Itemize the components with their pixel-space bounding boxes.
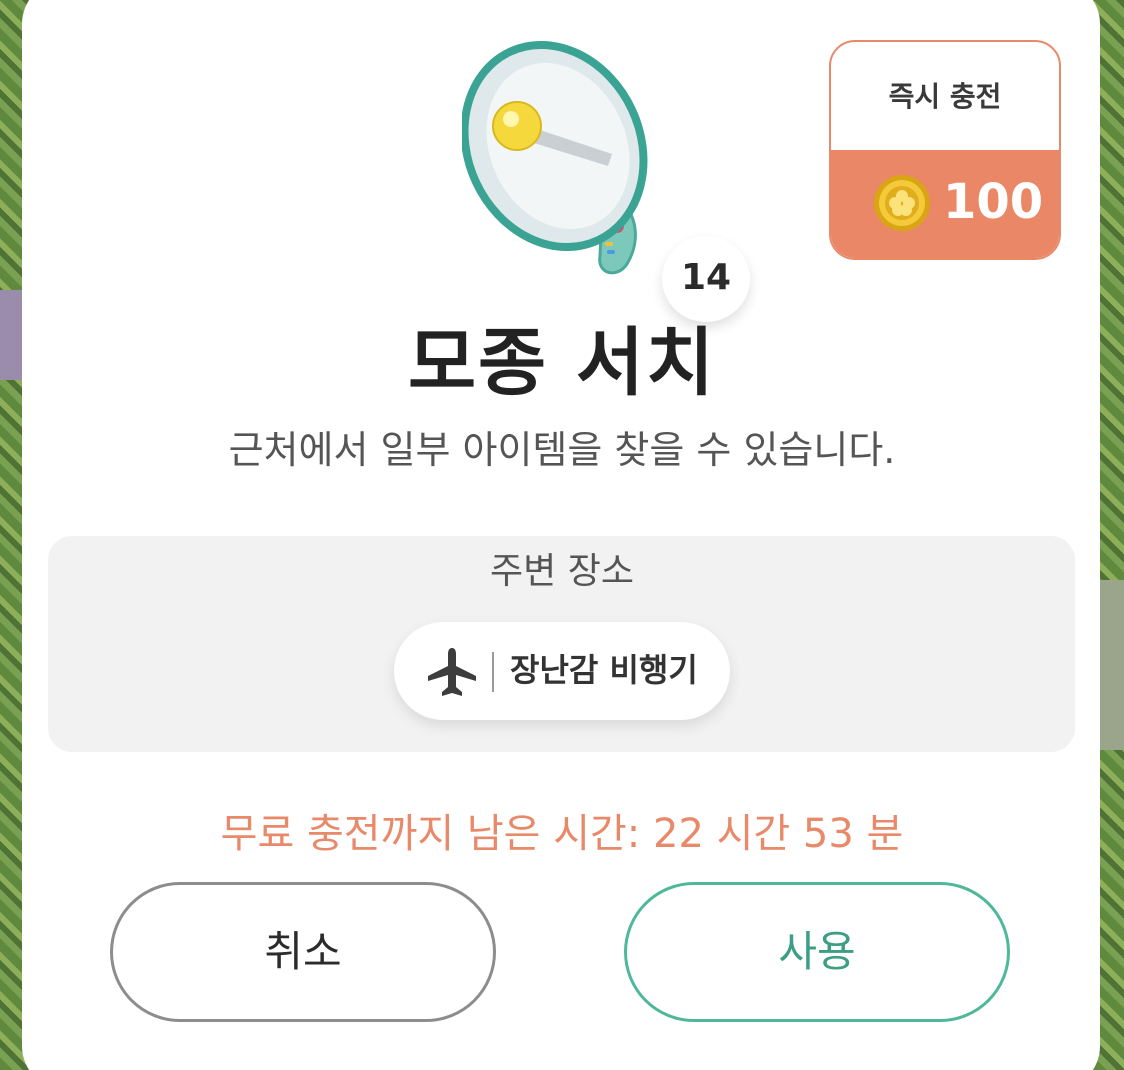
chip-divider [492, 652, 494, 692]
coin-icon [874, 175, 930, 231]
megaphone-icon [462, 40, 648, 275]
free-charge-timer: 무료 충전까지 남은 시간: 22 시간 53 분 [220, 811, 904, 857]
nearby-place-chip[interactable]: 장난감 비행기 [394, 622, 730, 720]
instant-charge-price: 100 [831, 150, 1059, 258]
dialog-title: 모종 서치 [407, 320, 717, 406]
use-button[interactable]: 사용 [624, 882, 1010, 1022]
instant-charge-label: 즉시 충전 [888, 80, 1002, 113]
instant-charge-button[interactable]: 즉시 충전 100 [829, 40, 1061, 260]
cancel-button[interactable]: 취소 [110, 882, 496, 1022]
nearby-places-title: 주변 장소 [490, 551, 634, 592]
nearby-place-label: 장난감 비행기 [510, 651, 698, 689]
instant-charge-amount: 100 [943, 174, 1044, 230]
item-count-badge: 14 [662, 236, 750, 322]
airplane-icon [428, 648, 476, 696]
dialog-description: 근처에서 일부 아이템을 찾을 수 있습니다. [228, 428, 896, 472]
